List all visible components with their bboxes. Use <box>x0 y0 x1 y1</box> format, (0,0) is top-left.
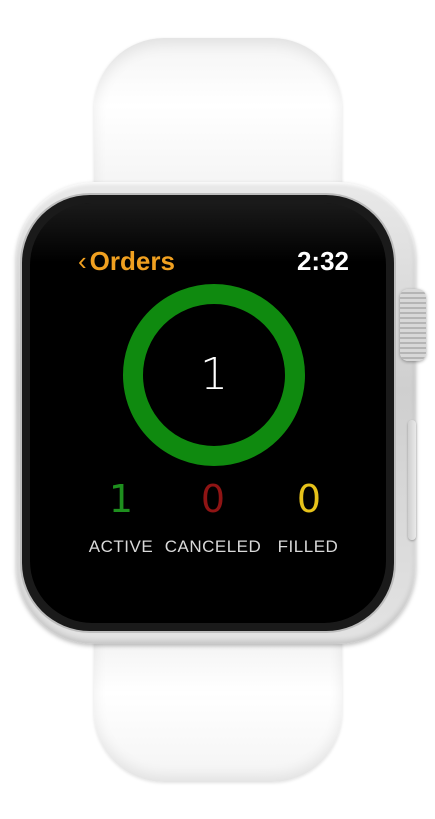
chevron-left-icon: ‹ <box>78 246 87 276</box>
back-button[interactable]: ‹ Orders <box>78 244 175 278</box>
digital-crown[interactable] <box>400 289 426 361</box>
active-count: 1 <box>108 477 134 521</box>
orders-total-count: 1 <box>200 349 228 400</box>
filled-label: FILLED <box>277 537 339 556</box>
canceled-count: 0 <box>200 477 226 521</box>
clock-time: 2:32 <box>296 246 349 276</box>
watch-mockup: ‹ Orders 2:32 1 1 0 0 ACTIVE CANCELED FI… <box>0 0 435 819</box>
side-button[interactable] <box>408 420 416 540</box>
active-label: ACTIVE <box>88 537 154 556</box>
watch-strap-bottom <box>94 620 342 782</box>
back-button-label: Orders <box>89 245 175 276</box>
filled-count: 0 <box>296 477 322 521</box>
canceled-label: CANCELED <box>164 537 262 556</box>
